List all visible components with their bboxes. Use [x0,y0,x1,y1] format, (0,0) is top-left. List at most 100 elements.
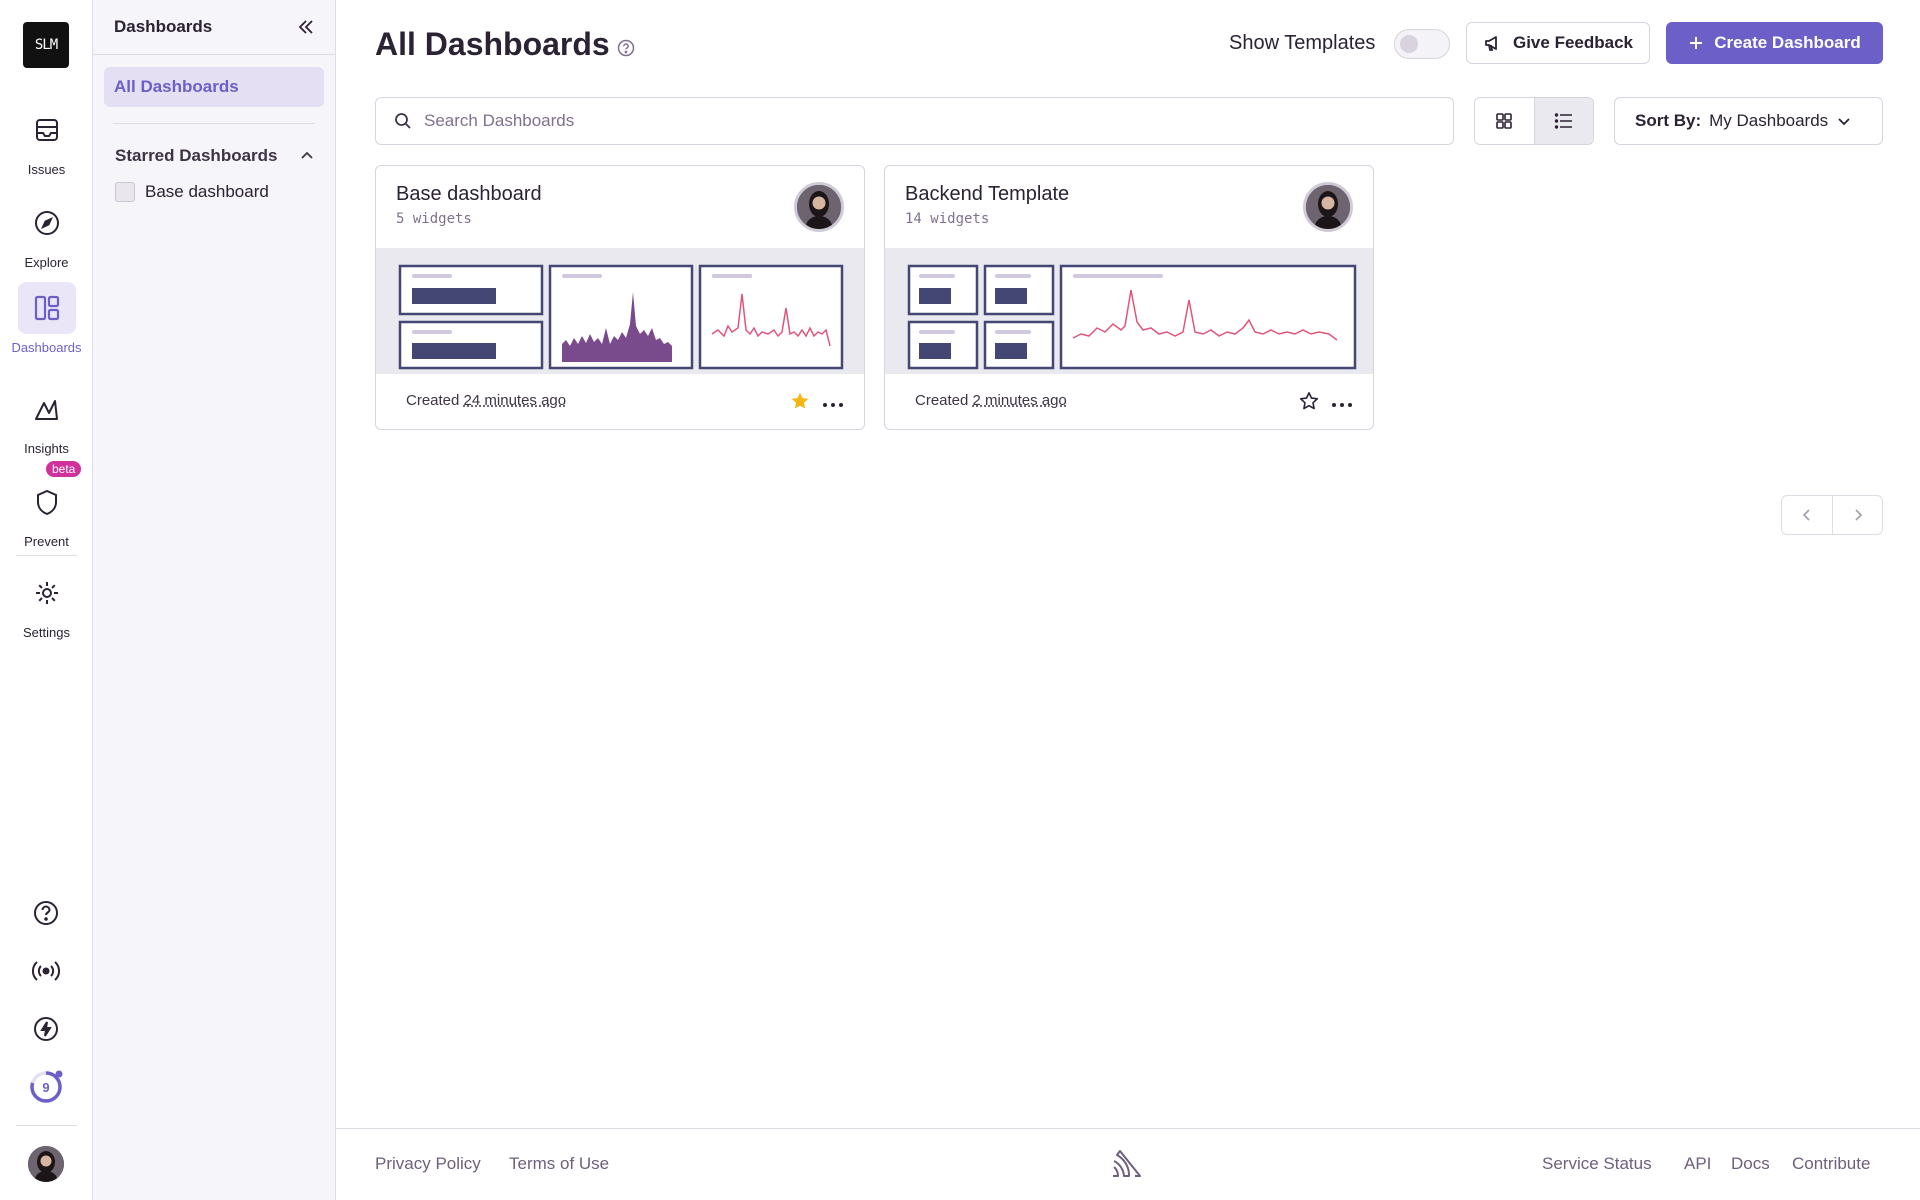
nav-label: Explore [24,255,69,270]
toggle-knob [1400,35,1418,53]
nav-label: Dashboards [11,340,82,355]
nav-label: Insights [24,441,69,456]
secondary-sidebar: Dashboards All Dashboards Starred Dashbo… [93,0,336,1200]
previous-page-button[interactable] [1782,496,1832,534]
onboarding-count: 9 [42,1079,50,1095]
dashboard-widget-count: 14 widgets [905,211,990,227]
starred-dashboard-label: Base dashboard [145,182,269,201]
created-prefix: Created [406,392,460,409]
sort-dropdown[interactable]: Sort By: My Dashboards [1614,97,1883,145]
nav-label: Settings [23,625,70,640]
dashboard-card[interactable]: Base dashboard 5 widgets Created 24 minu… [375,165,865,430]
collapse-sidebar-button[interactable] [297,18,315,36]
dashboard-preview-graphic [907,264,1357,370]
user-avatar-image [28,1146,64,1182]
sort-value: My Dashboards [1709,111,1829,130]
dashboard-title: Base dashboard [396,183,542,205]
star-filled-icon [791,392,809,409]
created-prefix: Created [915,392,969,409]
service-incidents-button[interactable] [26,1009,66,1049]
compass-icon [18,197,76,249]
dashboard-owner-avatar [794,182,844,232]
insights-icon [18,383,76,435]
help-icon [34,901,58,925]
nav-item-dashboards[interactable]: Dashboards [0,282,93,362]
create-dashboard-button[interactable]: Create Dashboard [1666,22,1883,64]
nav-item-prevent[interactable]: Prevent [0,476,93,556]
lightning-icon [34,1017,58,1041]
list-icon [1554,113,1572,129]
footer: Privacy Policy Terms of Use Service Stat… [336,1128,1920,1200]
dashboard-card[interactable]: Backend Template 14 widgets Created 2 mi… [884,165,1374,430]
dashboards-icon [17,282,76,334]
nav-item-explore[interactable]: Explore [0,197,93,277]
terms-of-use-link[interactable]: Terms of Use [509,1154,609,1174]
owner-avatar-image [797,185,841,229]
contribute-link[interactable]: Contribute [1792,1154,1870,1174]
org-logo[interactable]: SLM [23,22,69,68]
search-icon [395,113,411,129]
help-button[interactable] [26,893,66,933]
gear-icon [18,567,76,619]
chevron-right-icon [1854,509,1862,521]
star-outline-icon [1299,392,1319,410]
more-options-button[interactable] [1331,392,1353,413]
ellipsis-icon [1332,403,1352,407]
dashboard-created: Created 24 minutes ago [406,392,566,409]
issues-icon [18,104,76,156]
question-icon[interactable] [617,39,635,57]
sidebar-item-starred-dashboard[interactable]: Base dashboard [93,182,335,202]
main-content: All Dashboards Show Templates Give Feedb… [336,0,1920,1128]
broadcast-icon [31,961,61,981]
star-button[interactable] [790,391,810,416]
owner-avatar-image [1306,185,1350,229]
more-options-button[interactable] [822,392,844,413]
docs-link[interactable]: Docs [1731,1154,1770,1174]
pagination [1781,495,1883,535]
onboarding-button[interactable]: 9 [26,1067,66,1107]
created-time[interactable]: 24 minutes ago [464,392,567,409]
star-button[interactable] [1299,391,1319,416]
sort-label: Sort By: [1635,111,1702,130]
privacy-policy-link[interactable]: Privacy Policy [375,1154,481,1174]
chevron-down-icon [1838,118,1850,126]
nav-item-issues[interactable]: Issues [0,104,93,184]
dashboard-thumbnail-icon [115,182,135,202]
megaphone-icon [1485,36,1497,51]
next-page-button[interactable] [1832,496,1882,534]
sidebar-item-all-dashboards[interactable]: All Dashboards [104,67,324,107]
grid-view-button[interactable] [1475,98,1534,144]
primary-nav: SLM Issues Explore Dashboards Insights b… [0,0,93,1200]
nav-item-insights[interactable]: Insights [0,383,93,463]
dashboard-title: Backend Template [905,183,1070,205]
sidebar-header: Dashboards [93,0,335,55]
starred-dashboards-heading: Starred Dashboards [115,146,278,165]
show-templates-label: Show Templates [1229,32,1376,54]
plus-icon [1690,37,1703,49]
service-status-link[interactable]: Service Status [1542,1154,1652,1174]
broadcasts-button[interactable] [26,951,66,991]
api-link[interactable]: API [1684,1154,1711,1174]
list-view-button[interactable] [1533,98,1593,144]
search-input[interactable] [424,111,1324,131]
starred-dashboards-toggle[interactable]: Starred Dashboards [93,146,335,166]
sentry-logo-icon [1111,1149,1143,1184]
show-templates-toggle[interactable] [1394,29,1450,59]
create-dashboard-label: Create Dashboard [1714,33,1861,52]
chevron-double-left-icon [298,20,313,34]
nav-item-settings[interactable]: Settings [0,567,93,647]
nav-label: Issues [27,162,66,177]
dashboard-preview [885,248,1373,374]
created-time[interactable]: 2 minutes ago [973,392,1067,409]
nav-divider [16,555,77,556]
chevron-left-icon [1802,509,1810,521]
give-feedback-button[interactable]: Give Feedback [1466,22,1650,64]
beta-badge: beta [46,461,82,477]
user-avatar[interactable] [28,1146,64,1182]
search-box [375,97,1454,145]
nav-label: Prevent [24,534,69,549]
sidebar-title: Dashboards [114,17,213,36]
give-feedback-label: Give Feedback [1512,33,1633,52]
dashboard-widget-count: 5 widgets [396,211,472,227]
dashboard-preview [376,248,864,374]
